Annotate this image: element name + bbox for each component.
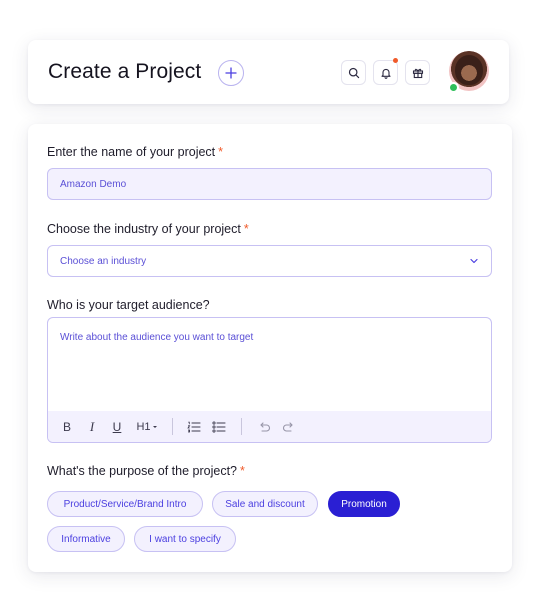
bell-icon (380, 68, 391, 79)
underline-button[interactable]: U (110, 419, 124, 435)
bold-button[interactable]: B (60, 419, 74, 435)
chevron-down-icon (470, 258, 478, 264)
caret-down-icon (152, 426, 157, 428)
industry-placeholder: Choose an industry (60, 256, 147, 267)
undo-icon (260, 422, 270, 432)
page-title: Create a Project (48, 60, 202, 83)
project-name-value: Amazon Demo (60, 179, 127, 190)
project-name-label-text: Enter the name of your project (47, 145, 216, 159)
purpose-option-promotion[interactable]: Promotion (328, 491, 400, 517)
add-project-button[interactable] (218, 60, 244, 86)
bullet-list-button[interactable] (212, 419, 226, 435)
italic-button[interactable]: I (85, 419, 99, 435)
undo-button[interactable] (257, 419, 271, 435)
toolbar-divider (241, 418, 242, 435)
online-status-indicator (448, 82, 459, 93)
project-form: Enter the name of your project * Amazon D… (28, 124, 512, 572)
search-icon (348, 67, 359, 78)
toolbar-divider (172, 418, 173, 435)
page-header: Create a Project (28, 40, 509, 104)
purpose-label-text: What's the purpose of the project? (47, 464, 237, 478)
heading-dropdown-label: H1 (136, 421, 151, 433)
purpose-option-label: Promotion (341, 498, 387, 510)
avatar-photo (455, 55, 483, 85)
gifts-button[interactable] (405, 60, 430, 85)
text-format-toolbar: B I U H1 (48, 411, 491, 442)
purpose-option-label: Product/Service/Brand Intro (63, 498, 187, 510)
industry-label: Choose the industry of your project * (47, 222, 249, 236)
purpose-option-label: Informative (61, 533, 111, 545)
purpose-option-label: Sale and discount (225, 498, 305, 510)
required-mark: * (243, 222, 249, 236)
bullet-list-icon (212, 421, 226, 433)
notifications-button[interactable] (373, 58, 398, 85)
notification-badge (393, 58, 398, 63)
gift-icon (412, 68, 423, 78)
industry-label-text: Choose the industry of your project (47, 222, 241, 236)
audience-placeholder: Write about the audience you want to tar… (60, 332, 254, 343)
purpose-option-custom[interactable]: I want to specify (134, 526, 236, 552)
required-mark: * (218, 145, 224, 159)
purpose-option-sale-discount[interactable]: Sale and discount (212, 491, 318, 517)
project-name-input[interactable]: Amazon Demo (47, 168, 492, 200)
ordered-list-button[interactable] (187, 419, 201, 435)
redo-button[interactable] (282, 419, 296, 435)
purpose-option-product-intro[interactable]: Product/Service/Brand Intro (47, 491, 203, 517)
plus-icon (225, 67, 237, 79)
heading-dropdown[interactable]: H1 (136, 419, 158, 435)
purpose-option-informative[interactable]: Informative (47, 526, 125, 552)
audience-label: Who is your target audience? (47, 298, 210, 312)
purpose-label: What's the purpose of the project? * (47, 464, 245, 478)
audience-textarea[interactable]: Write about the audience you want to tar… (47, 317, 492, 443)
redo-icon (283, 422, 293, 432)
project-name-label: Enter the name of your project * (47, 145, 223, 159)
ordered-list-icon (187, 421, 201, 433)
required-mark: * (240, 464, 245, 478)
purpose-option-label: I want to specify (149, 533, 221, 545)
industry-select[interactable]: Choose an industry (47, 245, 492, 277)
user-avatar[interactable] (448, 51, 489, 93)
search-button[interactable] (341, 60, 366, 85)
